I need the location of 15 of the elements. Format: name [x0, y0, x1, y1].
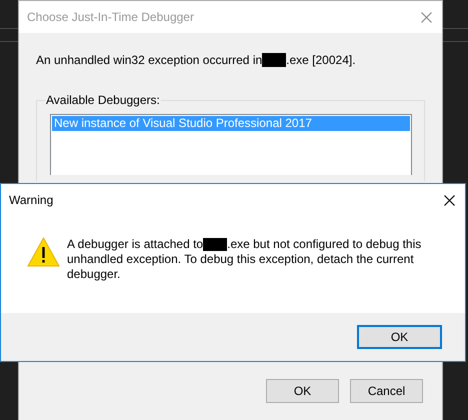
redaction-bar	[262, 53, 286, 67]
cancel-button[interactable]: Cancel	[350, 379, 423, 403]
warning-message: .exe but not configured to debug this	[227, 237, 422, 252]
error-message: An unhandled win32 exception occurred in	[36, 53, 262, 67]
warning-icon	[27, 237, 60, 267]
close-icon[interactable]	[444, 194, 455, 206]
ok-button[interactable]: OK	[357, 325, 442, 349]
dialog-title: Warning	[9, 193, 54, 207]
error-message: .exe [20024].	[286, 53, 356, 67]
window-title: Choose Just-In-Time Debugger	[27, 10, 194, 24]
group-label: Available Debuggers:	[45, 93, 161, 107]
warning-message: unhandled exception. To debug this exception, detach the current debugger.	[67, 252, 415, 282]
redaction-bar	[203, 238, 228, 251]
ok-button[interactable]: OK	[266, 379, 339, 403]
warning-message: A debugger is attached to	[67, 237, 204, 252]
